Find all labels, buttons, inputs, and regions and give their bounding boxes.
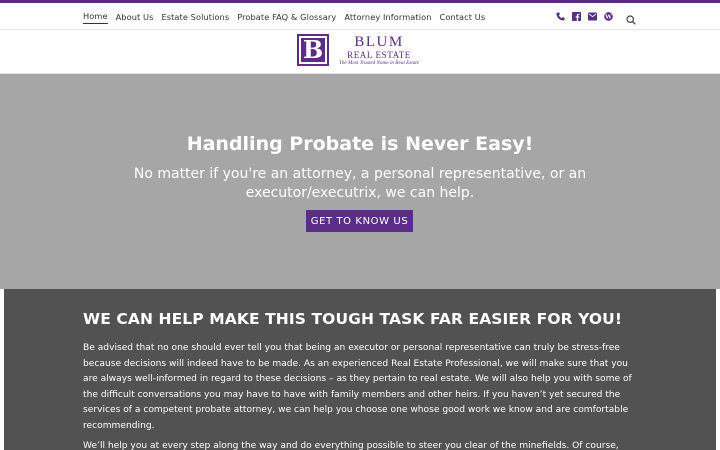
nav-home[interactable]: Home: [83, 9, 108, 24]
get-to-know-us-button[interactable]: GET TO KNOW US: [306, 210, 413, 232]
svg-text:W: W: [604, 14, 612, 20]
search-icon[interactable]: [626, 10, 638, 25]
logo-name: BLUM: [354, 34, 404, 50]
top-navigation: Home About Us Estate Solutions Probate F…: [0, 3, 720, 30]
logo-mark: B: [297, 34, 329, 66]
nav-estate-solutions[interactable]: Estate Solutions: [161, 10, 229, 24]
logo-text: BLUM REAL ESTATE The Most Trusted Name i…: [335, 35, 423, 67]
nav-links: Home About Us Estate Solutions Probate F…: [83, 3, 493, 30]
social-icons: W: [552, 3, 616, 30]
wordpress-icon[interactable]: W: [600, 11, 616, 23]
phone-icon[interactable]: [552, 11, 568, 23]
nav-probate-faq[interactable]: Probate FAQ & Glossary: [237, 10, 336, 24]
site-logo[interactable]: B BLUM REAL ESTATE The Most Trusted Name…: [297, 34, 423, 67]
content-title: WE CAN HELP MAKE THIS TOUGH TASK FAR EAS…: [83, 310, 623, 328]
hero-section: Handling Probate is Never Easy! No matte…: [0, 74, 720, 289]
hero-subtitle: No matter if you're an attorney, a perso…: [133, 166, 587, 201]
logo-bar: B BLUM REAL ESTATE The Most Trusted Name…: [0, 31, 720, 74]
content-section: WE CAN HELP MAKE THIS TOUGH TASK FAR EAS…: [4, 289, 716, 450]
nav-about-us[interactable]: About Us: [116, 10, 154, 24]
facebook-icon[interactable]: [568, 11, 584, 23]
email-icon[interactable]: [584, 11, 600, 23]
nav-attorney-information[interactable]: Attorney Information: [344, 10, 431, 24]
nav-contact-us[interactable]: Contact Us: [440, 10, 486, 24]
content-paragraph-1: Be advised that no one should ever tell …: [83, 343, 632, 431]
logo-subtitle: REAL ESTATE: [347, 50, 411, 60]
logo-tagline: The Most Trusted Name in Real Estate: [338, 60, 420, 66]
content-paragraph-2: We’ll help you at every step along the w…: [83, 441, 619, 450]
hero-title: Handling Probate is Never Easy!: [186, 133, 534, 155]
